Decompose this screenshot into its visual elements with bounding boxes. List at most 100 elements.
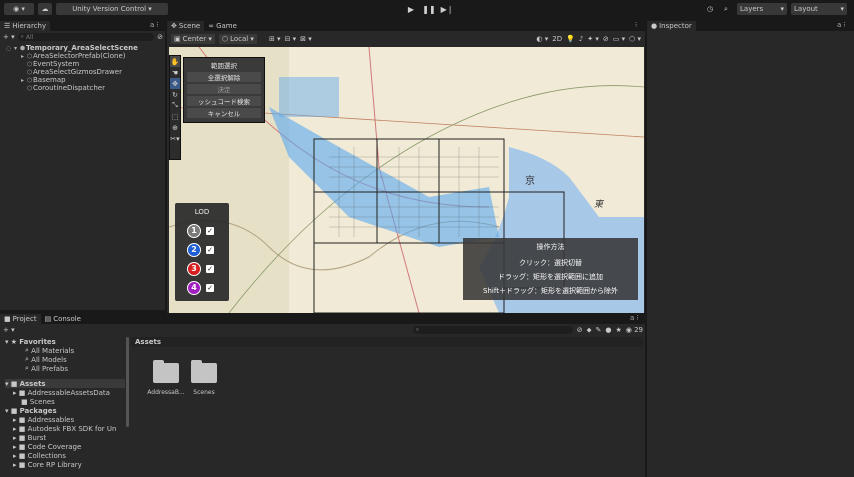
camera-icon[interactable]: ▭ ▾ [613, 35, 625, 43]
star-icon[interactable]: ★ [615, 326, 621, 334]
audio-icon[interactable]: ♪ [579, 35, 583, 43]
tab-scene[interactable]: ✥ Scene [167, 21, 205, 31]
tab-game[interactable]: ∞ Game [204, 21, 241, 31]
transform-tool-button[interactable]: ⊕ [170, 122, 180, 133]
increment-icon[interactable]: ⊠ ▾ [300, 35, 312, 43]
sidebar-item[interactable]: ▸ ■ Core RP Library [5, 460, 125, 469]
lod-row[interactable]: 3 ✓ [175, 259, 229, 278]
filter-type-icon[interactable]: ⊘ [577, 326, 583, 334]
pivot-dropdown[interactable]: ▣ Center ▾ [171, 34, 215, 44]
snap-icon[interactable]: ⊟ ▾ [285, 35, 297, 43]
layout-dropdown[interactable]: Layout ▾ [791, 3, 847, 15]
lod-row[interactable]: 2 ✓ [175, 240, 229, 259]
view-tool-button[interactable]: ✋ [170, 56, 180, 67]
effects-icon[interactable]: ✦ ▾ [587, 35, 599, 43]
version-control-button[interactable]: Unity Version Control ▾ [56, 3, 168, 15]
hierarchy-item[interactable]: ⬡ CoroutineDispatcher [5, 84, 165, 92]
space-dropdown[interactable]: ⬡ Local ▾ [218, 34, 257, 44]
cancel-button[interactable]: キャンセル [187, 108, 261, 118]
search-filter-icon[interactable]: ⊘ [157, 33, 163, 41]
sidebar-item[interactable]: ⌕ All Prefabs [5, 364, 125, 373]
hierarchy-search-input[interactable]: ⌕ All [17, 33, 155, 41]
sidebar-scrollbar[interactable] [126, 337, 129, 427]
sidebar-item[interactable]: ▸ ■ Collections [5, 451, 125, 460]
rotate-tool-button[interactable]: ↻ [170, 89, 180, 100]
lod-checkbox[interactable]: ✓ [206, 226, 214, 235]
rotate-icon: ↻ [172, 90, 178, 99]
history-button[interactable]: ◷ [703, 3, 717, 15]
lod-checkbox[interactable]: ✓ [206, 283, 214, 292]
tab-console[interactable]: ▤ Console [41, 314, 85, 324]
star-icon: ▾ ★ [5, 337, 20, 346]
mesh-code-search-button[interactable]: ッシュコード検索 [187, 96, 261, 106]
account-button[interactable]: ◉ ▾ [4, 3, 34, 15]
tab-hierarchy[interactable]: ☰ Hierarchy [0, 21, 51, 31]
add-icon[interactable]: + ▾ [3, 326, 15, 334]
transform-icon: ⊕ [172, 123, 178, 132]
move-tool-button[interactable]: ☚ [170, 67, 180, 78]
filter-label-icon[interactable]: ⬥ [587, 326, 592, 335]
play-button[interactable]: ▶ [405, 4, 417, 14]
cloud-button[interactable]: ☁ [38, 3, 52, 15]
sidebar-item[interactable]: ⌕ All Models [5, 355, 125, 364]
sidebar-assets[interactable]: ▾ ■ Assets [5, 379, 125, 388]
asset-item[interactable]: Scenes [184, 360, 224, 396]
hierarchy-item[interactable]: ▸ ⬡ Basemap [5, 76, 165, 84]
tab-project[interactable]: ■ Project [0, 314, 41, 324]
layers-dropdown[interactable]: Layers ▾ [737, 3, 787, 15]
sidebar-item[interactable]: ⌕ All Materials [5, 346, 125, 355]
hierarchy-item[interactable]: ⬡ AreaSelectGizmosDrawer [5, 68, 165, 76]
pause-button[interactable]: ❚❚ [422, 4, 435, 14]
move-tool-button[interactable]: ✥ [170, 78, 180, 89]
gizmos-icon[interactable]: ⬡ ▾ [629, 35, 641, 43]
sidebar-item[interactable]: ▸ ■ Burst [5, 433, 125, 442]
custom-tool-button[interactable]: ✂▾ [170, 133, 180, 144]
asset-item[interactable]: AddressaB... [146, 360, 186, 396]
folder-icon: ▸ ■ [13, 460, 28, 469]
tag-icon[interactable]: ✎ [595, 326, 601, 334]
lod-row[interactable]: 4 ✓ [175, 278, 229, 297]
hierarchy-item[interactable]: ⬡ EventSystem [5, 60, 165, 68]
sidebar-item[interactable]: ■ Scenes [5, 397, 125, 406]
scale-tool-button[interactable]: ⤡ [170, 100, 180, 111]
rect-tool-button[interactable]: ⬚ [170, 111, 180, 122]
scene-toolbar: ▣ Center ▾ ⬡ Local ▾ ⊞ ▾ ⊟ ▾ ⊠ ▾ ◐ ▾ 2D 💡 … [171, 33, 641, 45]
more-options-icon[interactable]: ⁝ [635, 21, 637, 29]
scene-icon: ✥ [171, 22, 177, 30]
lock-icon[interactable]: a ⁝ [630, 314, 639, 322]
hierarchy-item[interactable]: ▸ ⬡ AreaSelectorPrefab(Clone) [5, 52, 165, 60]
sidebar-item[interactable]: ▸ ■ AddressableAssetsData [5, 388, 125, 397]
search-icon: ⌕ [20, 33, 24, 40]
search-button[interactable]: ⌕ [719, 3, 733, 15]
gameobject-icon: ⬡ [26, 76, 33, 84]
assets-breadcrumb[interactable]: Assets [131, 337, 643, 347]
add-icon[interactable]: + ▾ [3, 33, 15, 41]
shading-icon[interactable]: ◐ ▾ [536, 35, 548, 43]
sidebar-item[interactable]: ▸ ■ Code Coverage [5, 442, 125, 451]
sidebar-favorites[interactable]: ▾ ★ Favorites [5, 337, 125, 346]
lod-checkbox[interactable]: ✓ [206, 264, 214, 273]
tab-inspector[interactable]: ● Inspector [647, 21, 696, 31]
lod-checkbox[interactable]: ✓ [206, 245, 214, 254]
inspector-panel: ● Inspector a ⁝ [647, 20, 854, 477]
deselect-all-button[interactable]: 全選択解除 [187, 72, 261, 82]
folder-icon [153, 360, 179, 383]
lock-icon[interactable]: a ⁝ [150, 21, 159, 29]
info-icon[interactable]: ● [605, 326, 611, 334]
sidebar-item[interactable]: ▸ ■ Addressables [5, 415, 125, 424]
lock-icon[interactable]: a ⁝ [837, 21, 846, 29]
hierarchy-item[interactable]: ◌ ▾ ⬢ Temporary_AreaSelectScene [5, 44, 165, 52]
confirm-button[interactable]: 決定 [187, 84, 261, 94]
lod-row[interactable]: 1 ✓ [175, 221, 229, 240]
hidden-objects-icon[interactable]: ⊘ [603, 35, 609, 43]
step-button[interactable]: ▶❘ [441, 4, 454, 14]
2d-toggle[interactable]: 2D [552, 35, 562, 43]
project-search-input[interactable]: ⌕ [412, 326, 573, 334]
help-line: ドラッグ：矩形を選択範囲に追加 [498, 273, 603, 281]
visibility-icon: ◌ [5, 44, 12, 52]
folder-icon: ▸ ■ [13, 388, 28, 397]
sidebar-item[interactable]: ▸ ■ Autodesk FBX SDK for Un [5, 424, 125, 433]
sidebar-packages[interactable]: ▾ ■ Packages [5, 406, 125, 415]
grid-icon[interactable]: ⊞ ▾ [269, 35, 281, 43]
lighting-icon[interactable]: 💡 [566, 35, 575, 43]
